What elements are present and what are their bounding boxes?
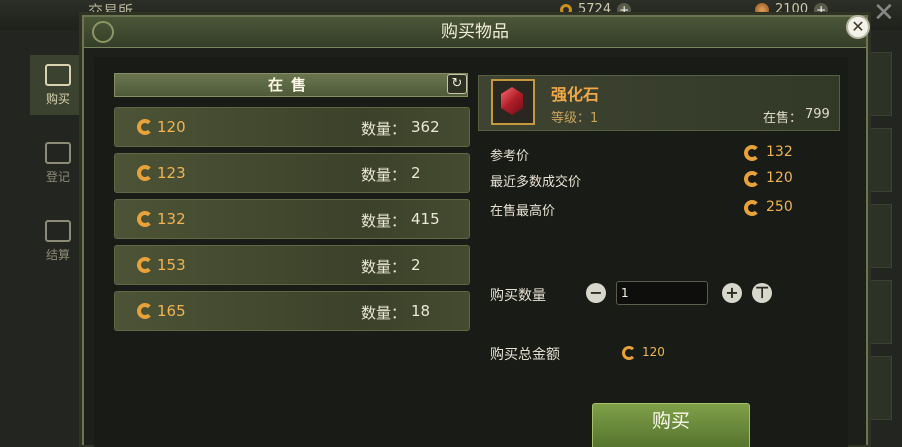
item-card: 强化石 等级：1 在售： 799 — [478, 75, 840, 131]
quantity-input[interactable] — [616, 281, 708, 305]
ornament-icon — [92, 21, 114, 43]
reference-price-value: 132 — [766, 144, 793, 160]
item-level: 等级：1 — [551, 111, 599, 126]
item-detail-panel: 强化石 等级：1 在售： 799 参考价 132 最近多数成交价 120 在售最… — [94, 57, 848, 447]
dialog-header: 购买物品 — [84, 17, 866, 48]
recent-price-label: 最近多数成交价 — [490, 175, 582, 190]
shop-icon — [45, 141, 71, 164]
sidebar-item-label: 结算 — [45, 247, 70, 262]
total-amount-value: 120 — [642, 345, 665, 359]
sidebar-item-settle[interactable]: 结算 — [30, 211, 86, 271]
exchange-sidebar: 购买 登记 结算 — [30, 55, 86, 289]
close-button[interactable]: ✕ — [846, 15, 870, 39]
item-name: 强化石 — [551, 85, 600, 104]
chest-icon — [45, 63, 71, 86]
item-icon-frame — [491, 79, 535, 125]
minus-icon: − — [589, 283, 603, 302]
coin-icon — [744, 200, 760, 216]
buy-quantity-label: 购买数量 — [490, 288, 546, 304]
sidebar-item-label: 购买 — [45, 91, 70, 106]
coin-icon — [744, 145, 760, 161]
cart-icon — [45, 219, 71, 242]
coin-icon — [622, 346, 636, 360]
close-icon: ✕ — [851, 17, 865, 36]
item-on-sale-value: 799 — [805, 107, 830, 122]
sidebar-item-label: 登记 — [45, 169, 70, 184]
dialog-title: 购买物品 — [441, 22, 509, 42]
recent-price-value: 120 — [766, 170, 793, 186]
highest-price-label: 在售最高价 — [490, 204, 556, 219]
max-quantity-button[interactable]: ⊤ — [752, 283, 772, 303]
sidebar-item-register[interactable]: 登记 — [30, 133, 86, 193]
buy-item-dialog: 购买物品 ✕ 在售 ↻ 120 数量： 362 123 数量： 2 132 数量… — [82, 15, 870, 447]
buy-button[interactable]: 购买 — [592, 403, 750, 447]
coin-icon — [560, 3, 572, 16]
reference-price-label: 参考价 — [490, 149, 530, 164]
buy-button-label: 购买 — [651, 410, 690, 432]
highest-price-value: 250 — [766, 199, 793, 215]
item-on-sale-label: 在售： — [763, 111, 803, 126]
sidebar-item-buy[interactable]: 购买 — [30, 55, 86, 115]
gem-icon — [501, 87, 523, 115]
max-icon: ⊤ — [754, 283, 770, 302]
increase-button[interactable]: + — [722, 283, 742, 303]
coin-icon — [744, 171, 760, 187]
decrease-button[interactable]: − — [586, 283, 606, 303]
close-icon[interactable]: ✕ — [873, 0, 901, 28]
plus-icon: + — [725, 283, 739, 302]
total-amount-label: 购买总金额 — [490, 347, 560, 363]
